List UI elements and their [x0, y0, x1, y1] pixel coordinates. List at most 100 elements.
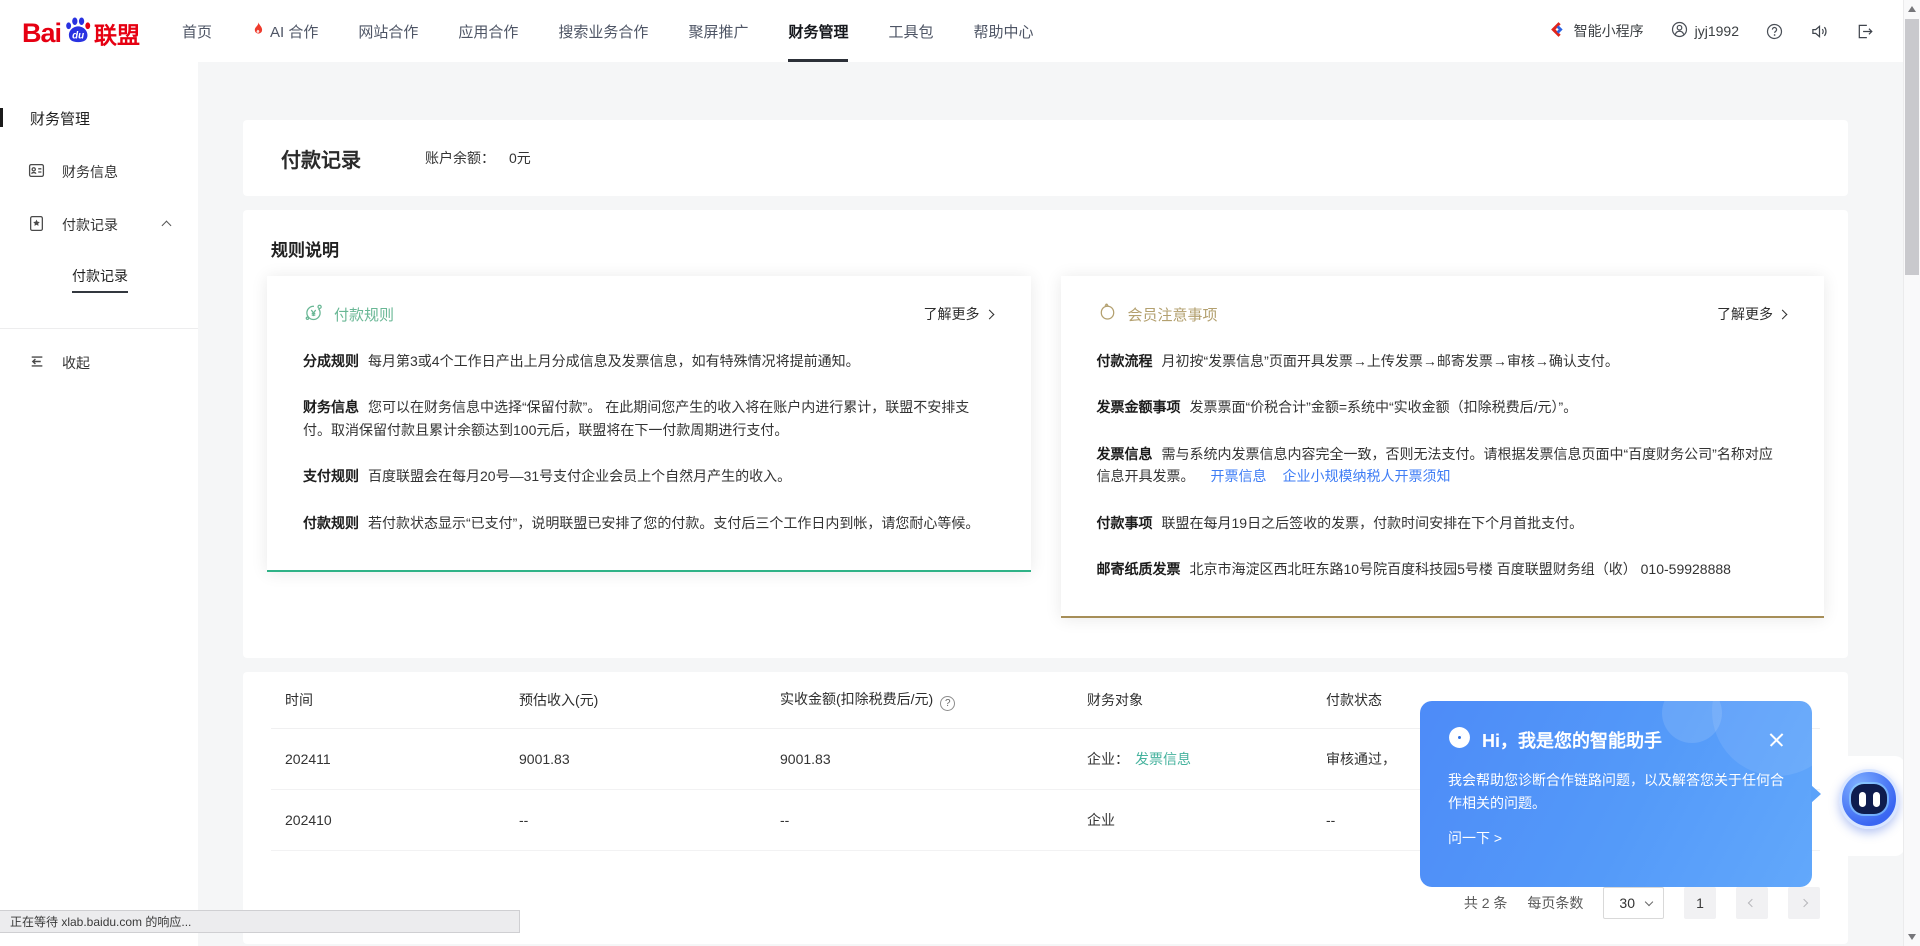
compass-icon [1448, 726, 1471, 754]
rule-term: 付款规则 [303, 515, 359, 531]
page-number-button[interactable]: 1 [1684, 887, 1716, 919]
next-page-button[interactable] [1788, 887, 1820, 919]
user-account[interactable]: jyj1992 [1671, 21, 1739, 41]
chevron-up-icon [162, 220, 172, 230]
rule-desc: 月初按“发票信息”页面开具发票→上传发票→邮寄发票→审核→确认支付。 [1162, 353, 1619, 369]
nav-finance-management[interactable]: 财务管理 [788, 0, 848, 62]
nav-screen-promotion[interactable]: 聚屏推广 [688, 0, 748, 62]
cell-actual: 9001.83 [780, 751, 1087, 767]
balance-value: 0元 [509, 148, 531, 168]
rule-desc: 若付款状态显示“已支付”，说明联盟已安排了您的付款。支付后三个工作日内到帐，请您… [368, 515, 979, 531]
rule-desc: 每月第3或4个工作日产出上月分成信息及发票信息，如有特殊情况将提前通知。 [368, 353, 860, 369]
logo-text-du: du [72, 30, 84, 41]
rules-card: 规则说明 付款规则 了解更多 [243, 210, 1848, 658]
rules-grid: 付款规则 了解更多 分成规则每月第3或4个工作日产出上月分成信息及发票信息，如有… [267, 276, 1824, 618]
help-icon[interactable] [1766, 23, 1783, 40]
member-notices-more-link[interactable]: 了解更多 [1717, 304, 1786, 324]
prev-page-button[interactable] [1736, 887, 1768, 919]
cell-actual: -- [780, 812, 1087, 828]
page-header-card: 付款记录 账户余额： 0元 [243, 120, 1848, 196]
per-page-select[interactable]: 30 [1603, 887, 1664, 919]
flame-icon [252, 21, 265, 41]
rule-desc: 发票票面“价税合计”金额=系统中“实收金额（扣除税费后/元）”。 [1190, 399, 1578, 415]
baidu-union-logo[interactable]: Bai du 联盟 [22, 15, 140, 47]
assistant-title: Hi，我是您的智能助手 [1482, 727, 1662, 753]
assistant-ask-link[interactable]: 问一下 > [1448, 828, 1784, 848]
nav-help-center[interactable]: 帮助中心 [973, 0, 1033, 62]
payment-rules-header: 付款规则 了解更多 [303, 302, 993, 326]
rule-term: 付款事项 [1097, 515, 1153, 531]
rule-term: 财务信息 [303, 399, 359, 415]
chevron-right-icon [984, 309, 994, 319]
payment-rules-title: 付款规则 [334, 304, 394, 325]
collapse-left-icon [28, 353, 45, 373]
assistant-header: Hi，我是您的智能助手 [1448, 726, 1784, 754]
scroll-up-arrow[interactable] [1908, 6, 1916, 12]
miniapp-entry[interactable]: 智能小程序 [1550, 21, 1644, 41]
rule-term: 邮寄纸质发票 [1097, 561, 1181, 577]
robot-avatar [1851, 784, 1887, 814]
scroll-down-arrow[interactable] [1908, 934, 1916, 940]
sidebar-item-payment-records[interactable]: 付款记录 [0, 215, 198, 235]
rule-item: 分成规则每月第3或4个工作日产出上月分成信息及发票信息，如有特殊情况将提前通知。 [303, 350, 993, 372]
nav-search-cooperation[interactable]: 搜索业务合作 [558, 0, 648, 62]
nav-ai-label: AI 合作 [270, 21, 318, 42]
rule-item: 付款流程月初按“发票信息”页面开具发票→上传发票→邮寄发票→审核→确认支付。 [1097, 350, 1787, 372]
sidebar-subitem-payment-records[interactable]: 付款记录 [0, 266, 198, 286]
nav-ai-cooperation[interactable]: AI 合作 [252, 0, 318, 62]
invoice-info-row-link[interactable]: 发票信息 [1135, 751, 1191, 767]
payment-rules-panel: 付款规则 了解更多 分成规则每月第3或4个工作日产出上月分成信息及发票信息，如有… [267, 276, 1031, 572]
browser-status-bar: 正在等待 xlab.baidu.com 的响应... [0, 910, 520, 933]
close-icon[interactable] [1769, 733, 1784, 748]
small-taxpayer-notice-link[interactable]: 企业小规模纳税人开票须知 [1283, 468, 1451, 484]
col-actual-amount-label: 实收金额(扣除税费后/元) [780, 691, 933, 707]
scrollbar-thumb[interactable] [1905, 19, 1919, 275]
rule-item: 邮寄纸质发票北京市海淀区西北旺东路10号院百度科技园5号楼 百度联盟财务组（收）… [1097, 558, 1787, 580]
assistant-popup: Hi，我是您的智能助手 我会帮助您诊断合作链路问题，以及解答您关于任何合作相关的… [1420, 701, 1812, 887]
sidebar-collapse-button[interactable]: 收起 [0, 353, 198, 373]
chevron-right-icon [1778, 309, 1788, 319]
rule-item: 发票金额事项发票票面“价税合计”金额=系统中“实收金额（扣除税费后/元）”。 [1097, 396, 1787, 418]
baidu-paw-icon: du [63, 15, 93, 47]
user-icon [1671, 21, 1688, 41]
help-icon[interactable]: ? [940, 696, 955, 711]
assistant-message: 我会帮助您诊断合作链路问题，以及解答您关于任何合作相关的问题。 [1448, 769, 1784, 815]
rule-term: 分成规则 [303, 353, 359, 369]
more-label: 了解更多 [924, 304, 980, 324]
invoice-info-link[interactable]: 开票信息 [1211, 468, 1267, 484]
topbar-right: 智能小程序 jyj1992 [1550, 21, 1873, 41]
sidebar-item-finance-info[interactable]: 财务信息 [0, 162, 198, 182]
username: jyj1992 [1695, 23, 1739, 39]
cell-estimated: 9001.83 [519, 751, 780, 767]
nav-toolkit[interactable]: 工具包 [888, 0, 933, 62]
rule-term: 发票金额事项 [1097, 399, 1181, 415]
rule-item: 发票信息需与系统内发票信息内容完全一致，否则无法支付。请根据发票信息页面中“百度… [1097, 443, 1787, 488]
payment-rules-more-link[interactable]: 了解更多 [924, 304, 993, 324]
cell-time: 202410 [285, 812, 519, 828]
logo-text-bai: Bai [22, 20, 61, 47]
nav-website-cooperation[interactable]: 网站合作 [358, 0, 418, 62]
nav-app-cooperation[interactable]: 应用合作 [458, 0, 518, 62]
sound-icon[interactable] [1810, 23, 1829, 40]
col-finance-object: 财务对象 [1087, 690, 1326, 710]
finance-info-icon [28, 162, 45, 182]
logout-icon[interactable] [1856, 23, 1873, 40]
cell-finance-object: 企业 [1087, 810, 1326, 830]
rules-section-title: 规则说明 [267, 236, 1824, 261]
vertical-scrollbar[interactable] [1903, 0, 1920, 946]
col-time: 时间 [285, 690, 519, 710]
top-navigation: 首页 AI 合作 网站合作 应用合作 搜索业务合作 聚屏推广 财务管理 工具包 … [182, 0, 1033, 62]
popup-arrow [1811, 785, 1821, 803]
rule-desc: 北京市海淀区西北旺东路10号院百度科技园5号楼 百度联盟财务组（收） 010-5… [1190, 561, 1731, 577]
status-text: 正在等待 xlab.baidu.com 的响应... [10, 913, 191, 930]
balance-label: 账户余额： [425, 148, 495, 168]
cell-estimated: -- [519, 812, 780, 828]
assistant-robot-button[interactable] [1839, 769, 1899, 829]
per-page-label: 每页条数 [1527, 893, 1583, 913]
rule-item: 支付规则百度联盟会在每月20号—31号支付企业会员上个自然月产生的收入。 [303, 465, 993, 487]
chevron-down-icon [1645, 898, 1653, 906]
sidebar-item-label: 财务信息 [62, 162, 118, 182]
nav-home[interactable]: 首页 [182, 0, 212, 62]
sidebar: 财务管理 财务信息 付款记录 付款记录 [0, 62, 198, 946]
account-balance: 账户余额： 0元 [425, 148, 531, 168]
